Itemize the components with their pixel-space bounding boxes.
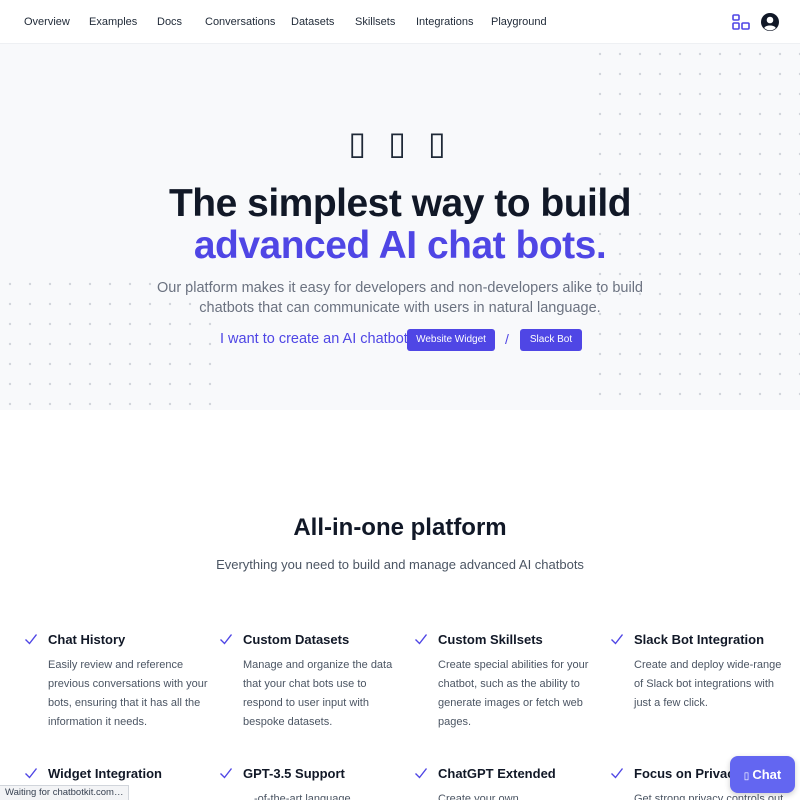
slack-bot-button[interactable]: Slack Bot [520, 329, 582, 351]
feature-title: Custom Datasets [243, 632, 350, 647]
check-icon [415, 768, 428, 779]
feature-title: Chat History [48, 632, 126, 647]
cta-row: I want to create an AI chatbot Website W… [0, 329, 800, 353]
cta-separator: / [505, 331, 509, 347]
features-title: All-in-one platform [293, 514, 507, 541]
top-nav: Overview Examples Docs Conversations Dat… [0, 0, 800, 44]
chat-icon: ▯ [743, 771, 750, 782]
layout-icon[interactable] [731, 12, 751, 32]
check-icon [220, 768, 233, 779]
hero-subtitle: Our platform makes it easy for developer… [156, 280, 643, 316]
check-icon [220, 634, 233, 645]
nav-link-playground[interactable]: Playground [491, 16, 547, 28]
check-icon [25, 768, 38, 779]
nav-link-datasets[interactable]: Datasets [291, 16, 334, 28]
browser-status-bar: Waiting for chatbotkit.com… [0, 785, 130, 800]
feature-custom-datasets: Custom Datasets Manage and organize the … [220, 632, 398, 732]
feature-description: Easily review and reference previous con… [48, 659, 208, 728]
check-icon [611, 768, 624, 779]
feature-title: Slack Bot Integration [634, 632, 765, 647]
hero-title-accent: advanced AI chat bots. [193, 224, 607, 267]
feature-description: …-of-the-art language [243, 793, 351, 800]
feature-description: Create special abilities for your chatbo… [438, 659, 589, 728]
nav-link-integrations[interactable]: Integrations [416, 16, 473, 28]
check-icon [611, 634, 624, 645]
feature-custom-skillsets: Custom Skillsets Create special abilitie… [415, 632, 598, 732]
features-subtitle: Everything you need to build and manage … [216, 557, 584, 572]
feature-description: Create and deploy wide-range of Slack bo… [634, 659, 782, 709]
check-icon [415, 634, 428, 645]
cta-text: I want to create an AI chatbot [220, 331, 408, 347]
nav-link-skillsets[interactable]: Skillsets [355, 16, 395, 28]
feature-chat-history: Chat History Easily review and reference… [25, 632, 218, 732]
chat-widget-label: Chat [752, 767, 782, 782]
website-widget-button[interactable]: Website Widget [407, 329, 495, 351]
feature-description: Create your own [438, 793, 519, 800]
user-icon[interactable] [760, 12, 780, 32]
feature-description: Manage and organize the data that your c… [243, 659, 393, 728]
chat-widget-button[interactable]: ▯ Chat [730, 756, 795, 793]
feature-gpt35-support: GPT-3.5 Support …-of-the-art language [220, 766, 398, 800]
feature-title: Custom Skillsets [438, 632, 543, 647]
hero-section: ▯ ▯ ▯ The simplest way to build advanced… [0, 44, 800, 410]
nav-link-overview[interactable]: Overview [24, 16, 70, 28]
feature-chatgpt-extended: ChatGPT Extended Create your own [415, 766, 598, 800]
hero-emoji-glyphs: ▯ ▯ ▯ [348, 124, 452, 162]
hero-title: The simplest way to build [168, 182, 632, 225]
nav-link-examples[interactable]: Examples [89, 16, 137, 28]
feature-slack-bot-integration: Slack Bot Integration Create and deploy … [611, 632, 784, 713]
nav-link-conversations[interactable]: Conversations [205, 16, 275, 28]
feature-title: ChatGPT Extended [438, 766, 556, 781]
feature-title: GPT-3.5 Support [243, 766, 345, 781]
feature-title: Widget Integration [48, 766, 162, 781]
check-icon [25, 634, 38, 645]
nav-link-docs[interactable]: Docs [157, 16, 182, 28]
